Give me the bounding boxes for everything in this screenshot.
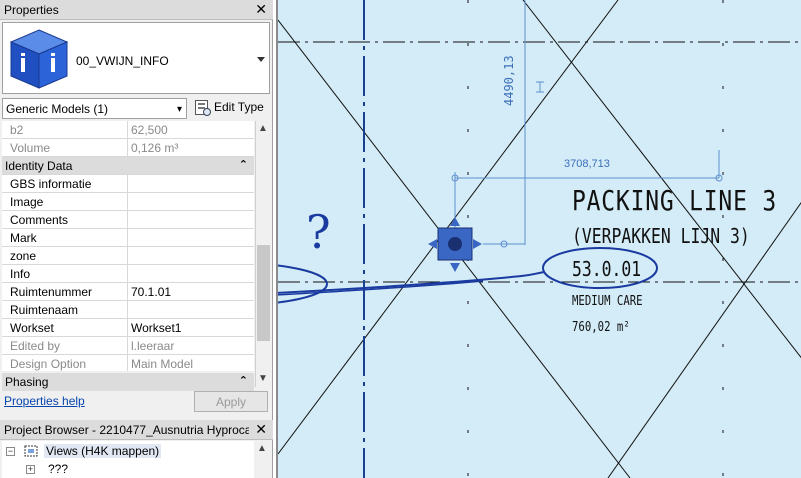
property-row[interactable]: Image [2,193,254,211]
diagonal-line [522,0,801,359]
tree-node-views[interactable]: Views (H4K mappen) [44,444,162,458]
property-value[interactable]: 62,500 [129,121,254,139]
dimension-text-horizontal[interactable]: 3708,713 [564,158,610,170]
edit-type-label: Edit Type [214,100,264,114]
property-key: b2 [2,121,128,139]
property-value[interactable]: Workset1 [129,319,254,337]
property-row[interactable]: Comments [2,211,254,229]
property-key: Volume [2,139,128,157]
properties-grid: b2 62,500 Volume 0,126 m³ Identity Data … [2,121,254,371]
drawing-canvas[interactable]: 4490,13 3708,713 PACKING LINE 3 (VERPAKK… [276,0,801,478]
annotation-ellipse [278,264,328,304]
category-select[interactable]: Generic Models (1) ▾ [2,98,187,119]
property-row[interactable]: Info [2,265,254,283]
project-browser-title: Project Browser - 2210477_Ausnutria Hypr… [4,423,249,437]
close-icon[interactable]: ✕ [255,421,267,438]
property-value[interactable] [129,211,254,229]
tree-node-child[interactable]: ??? [48,462,68,476]
properties-title: Properties [4,3,59,17]
edit-type-button[interactable]: Edit Type [192,98,269,119]
property-row[interactable]: Workset Workset1 [2,319,254,337]
type-name: 00_VWIJN_INFO [76,54,169,68]
property-value[interactable]: l.leeraar [129,337,254,355]
category-value: Generic Models (1) [6,102,109,116]
annotation-question-mark: ? [306,205,331,259]
room-subtitle[interactable]: (VERPAKKEN LIJN 3) [572,224,750,248]
expand-icon[interactable]: + [26,465,35,474]
property-key: zone [2,247,128,265]
property-key: Info [2,265,128,283]
room-area[interactable]: 760,02 m² [572,320,630,335]
property-key: Image [2,193,128,211]
property-row[interactable]: Edited by l.leeraar [2,337,254,355]
text-cursor-icon [536,81,544,93]
edit-type-icon [195,100,211,116]
property-row[interactable]: Volume 0,126 m³ [2,139,254,157]
project-browser-tree: − Views (H4K mappen) + ??? [2,441,254,478]
property-key: Mark [2,229,128,247]
scroll-up-icon[interactable]: ▲ [257,443,267,454]
room-title[interactable]: PACKING LINE 3 [572,184,777,217]
scroll-down-icon[interactable]: ▼ [258,373,268,384]
group-label: Identity Data [5,159,73,173]
property-row[interactable]: zone [2,247,254,265]
close-icon[interactable]: ✕ [255,1,267,18]
property-key: Edited by [2,337,128,355]
property-value[interactable] [129,247,254,265]
type-selector[interactable]: 00_VWIJN_INFO [2,22,270,94]
property-key: Ruimtenaam [2,301,128,319]
property-value[interactable] [129,175,254,193]
group-label: Phasing [5,375,49,389]
dimension-text-vertical[interactable]: 4490,13 [502,55,516,106]
property-row[interactable]: b2 62,500 [2,121,254,139]
scroll-thumb[interactable] [257,245,270,341]
collapse-icon[interactable]: ⌃ [239,374,248,387]
property-row[interactable]: Mark [2,229,254,247]
group-identity-data[interactable]: Identity Data ⌃ [2,157,254,175]
properties-help-link[interactable]: Properties help [4,394,85,408]
properties-titlebar: Properties ✕ [0,0,273,20]
collapse-icon[interactable]: − [6,447,15,456]
scroll-up-icon[interactable]: ▲ [258,123,268,134]
apply-button[interactable]: Apply [194,391,268,412]
views-icon [24,445,38,457]
project-browser-titlebar: Project Browser - 2210477_Ausnutria Hypr… [0,420,273,440]
property-row[interactable]: GBS informatie [2,175,254,193]
annotation-connector [278,280,484,296]
group-phasing[interactable]: Phasing ⌃ [2,373,254,391]
property-value[interactable] [129,265,254,283]
property-key: Design Option [2,355,128,371]
collapse-icon[interactable]: ⌃ [239,158,248,171]
room-number[interactable]: 53.0.01 [572,257,641,281]
properties-scrollbar[interactable]: ▲ ▼ [255,121,271,387]
property-value[interactable] [129,301,254,319]
chevron-down-icon[interactable] [257,57,265,62]
property-value[interactable]: 0,126 m³ [129,139,254,157]
left-panel: Properties ✕ 00_VWIJN_INFO Generic Model… [0,0,273,478]
property-row-ruimtenummer[interactable]: Ruimtenummer 70.1.01 [2,283,254,301]
property-key: Workset [2,319,128,337]
property-value[interactable]: 70.1.01 [129,283,254,301]
property-key: Ruimtenummer [2,283,128,301]
property-key: GBS informatie [2,175,128,193]
family-cube-icon [9,29,69,89]
property-row[interactable]: Ruimtenaam [2,301,254,319]
property-value[interactable] [129,229,254,247]
property-value[interactable] [129,193,254,211]
room-care[interactable]: MEDIUM CARE [572,294,643,309]
chevron-down-icon: ▾ [176,104,182,115]
property-value[interactable]: Main Model [129,355,254,371]
project-browser-scrollbar[interactable]: ▲ [255,441,271,478]
property-key: Comments [2,211,128,229]
property-row[interactable]: Design Option Main Model [2,355,254,371]
